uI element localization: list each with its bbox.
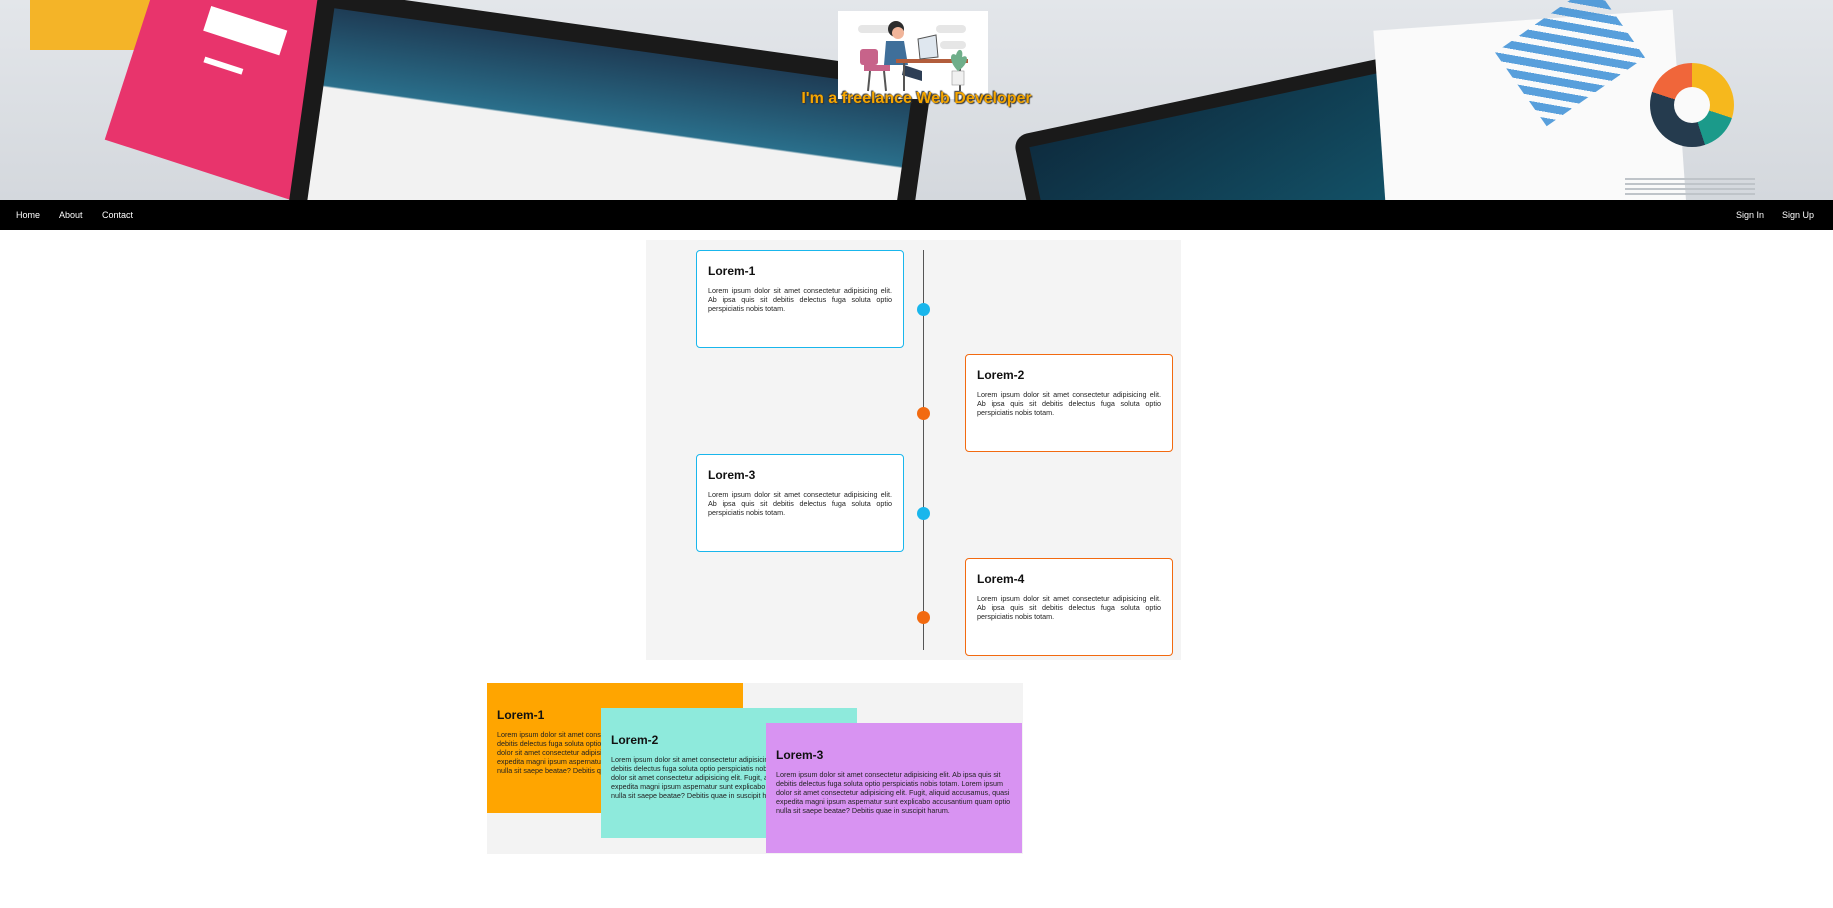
hero-title: I'm a freelance Web Developer	[801, 90, 1032, 107]
timeline-card: Lorem-2 Lorem ipsum dolor sit amet conse…	[965, 354, 1173, 452]
timeline-card-text: Lorem ipsum dolor sit amet consectetur a…	[708, 490, 892, 517]
timeline-card: Lorem-3 Lorem ipsum dolor sit amet conse…	[696, 454, 904, 552]
developer-avatar	[838, 11, 988, 99]
timeline-card-title: Lorem-2	[977, 368, 1025, 382]
timeline-card: Lorem-4 Lorem ipsum dolor sit amet conse…	[965, 558, 1173, 656]
timeline-dot	[917, 407, 930, 420]
timeline-dot	[917, 611, 930, 624]
timeline-section: Lorem-1 Lorem ipsum dolor sit amet conse…	[646, 240, 1181, 660]
stacked-card: Lorem-3 Lorem ipsum dolor sit amet conse…	[766, 723, 1022, 853]
top-navbar: Home About Contact Sign In Sign Up	[0, 200, 1833, 230]
timeline-card-title: Lorem-3	[708, 468, 756, 482]
timeline-card-title: Lorem-4	[977, 572, 1025, 586]
nav-about-link[interactable]: About	[59, 200, 83, 230]
nav-sign-in-link[interactable]: Sign In	[1736, 200, 1764, 230]
stacked-card-title: Lorem-3	[776, 748, 824, 762]
timeline-dot	[917, 303, 930, 316]
book-illustration	[30, 0, 150, 50]
timeline-card: Lorem-1 Lorem ipsum dolor sit amet conse…	[696, 250, 904, 348]
nav-contact-link[interactable]: Contact	[102, 200, 133, 230]
text-lines-illustration	[1625, 178, 1755, 198]
stacked-cards-section: Lorem-1 Lorem ipsum dolor sit amet conse…	[487, 683, 1023, 854]
timeline-card-text: Lorem ipsum dolor sit amet consectetur a…	[977, 390, 1161, 417]
timeline-card-text: Lorem ipsum dolor sit amet consectetur a…	[708, 286, 892, 313]
hero-banner: I'm a freelance Web Developer	[0, 0, 1833, 200]
timeline-dot	[917, 507, 930, 520]
timeline-card-text: Lorem ipsum dolor sit amet consectetur a…	[977, 594, 1161, 621]
timeline-card-title: Lorem-1	[708, 264, 756, 278]
nav-home-link[interactable]: Home	[16, 200, 40, 230]
nav-sign-up-link[interactable]: Sign Up	[1782, 200, 1814, 230]
stacked-card-text: Lorem ipsum dolor sit amet consectetur a…	[776, 770, 1011, 815]
